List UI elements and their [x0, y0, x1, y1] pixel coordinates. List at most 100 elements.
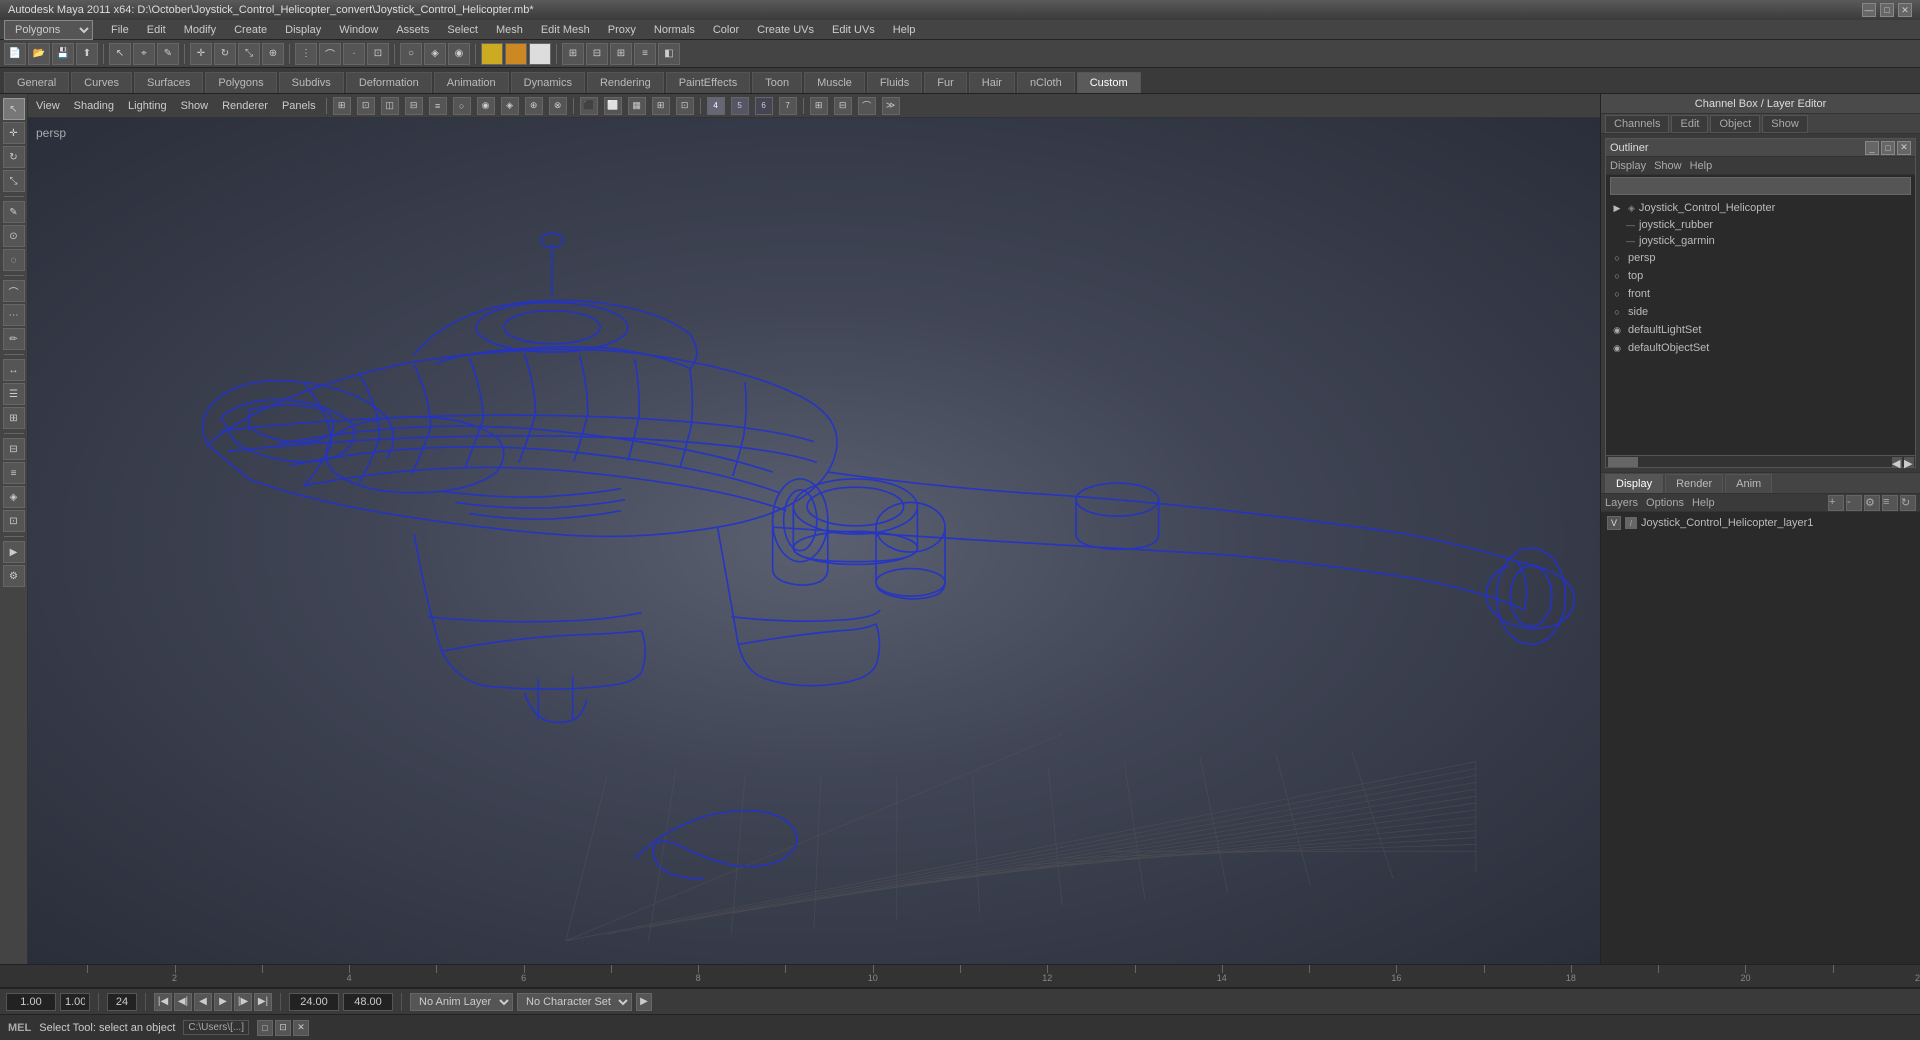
- pin-button[interactable]: ⊞: [610, 43, 632, 65]
- outliner-hscroll-thumb[interactable]: [1608, 457, 1638, 467]
- menu-edit[interactable]: Edit: [139, 22, 174, 38]
- outliner-item-defaultobjectset[interactable]: ◉ defaultObjectSet: [1606, 339, 1915, 357]
- layers-sub-layers[interactable]: Layers: [1605, 497, 1638, 509]
- total-end-input[interactable]: [343, 993, 393, 1011]
- outliner-menu-help[interactable]: Help: [1690, 160, 1713, 172]
- sculpt-tool[interactable]: ◌: [3, 249, 25, 271]
- tab-ncloth[interactable]: nCloth: [1017, 72, 1075, 93]
- step-back-button[interactable]: ◀|: [174, 993, 192, 1011]
- vp-btn-4[interactable]: ⊟: [405, 97, 423, 115]
- vp-btn-shading-4[interactable]: 7: [779, 97, 797, 115]
- outliner-item-side[interactable]: ○ side: [1606, 303, 1915, 321]
- maximize-button[interactable]: □: [1880, 3, 1894, 17]
- vp-btn-1[interactable]: ⊞: [333, 97, 351, 115]
- vp-btn-15[interactable]: ⊡: [676, 97, 694, 115]
- vp-btn-shading-1[interactable]: 4: [707, 97, 725, 115]
- viewport-menu-lighting[interactable]: Lighting: [124, 98, 171, 114]
- outliner-item-top[interactable]: ○ top: [1606, 267, 1915, 285]
- layer-tab-display[interactable]: Display: [1605, 474, 1663, 493]
- layers-sub-options[interactable]: Options: [1646, 497, 1684, 509]
- paint-select-button[interactable]: ✎: [157, 43, 179, 65]
- history-button[interactable]: ○: [400, 43, 422, 65]
- tab-muscle[interactable]: Muscle: [804, 72, 865, 93]
- layer-refresh-icon[interactable]: ↻: [1900, 495, 1916, 511]
- cb-tab-channels[interactable]: Channels: [1605, 115, 1669, 133]
- vp-btn-display-2[interactable]: ⊟: [834, 97, 852, 115]
- context-dropdown[interactable]: Polygons Surfaces Dynamics Rendering nDy…: [4, 20, 93, 40]
- universal-manip-button[interactable]: ⊕: [262, 43, 284, 65]
- tab-fur[interactable]: Fur: [924, 72, 967, 93]
- tab-custom[interactable]: Custom: [1077, 72, 1141, 93]
- outliner-item-front[interactable]: ○ front: [1606, 285, 1915, 303]
- select-tool[interactable]: ↖: [3, 98, 25, 120]
- vp-btn-6[interactable]: ○: [453, 97, 471, 115]
- annotate-tool[interactable]: ☰: [3, 383, 25, 405]
- paint-tool[interactable]: ✎: [3, 201, 25, 223]
- color-btn-yellow[interactable]: [481, 43, 503, 65]
- snap-grid-button[interactable]: ⋮: [295, 43, 317, 65]
- scale-tool[interactable]: ⤡: [3, 170, 25, 192]
- layer-tab-render[interactable]: Render: [1665, 474, 1723, 493]
- current-frame-input[interactable]: [60, 993, 90, 1011]
- close-button[interactable]: ✕: [1898, 3, 1912, 17]
- tab-general[interactable]: General: [4, 72, 69, 93]
- select-tool-button[interactable]: ↖: [109, 43, 131, 65]
- cmd-btn-1[interactable]: □: [257, 1020, 273, 1036]
- vp-btn-5[interactable]: ≡: [429, 97, 447, 115]
- ep-curve-tool[interactable]: ⋯: [3, 304, 25, 326]
- vp-btn-13[interactable]: ▦: [628, 97, 646, 115]
- viewport-menu-panels[interactable]: Panels: [278, 98, 320, 114]
- layer-options-icon[interactable]: ≡: [1882, 495, 1898, 511]
- tab-animation[interactable]: Animation: [434, 72, 509, 93]
- vp-btn-display-4[interactable]: ≫: [882, 97, 900, 115]
- tab-subdivs[interactable]: Subdivs: [279, 72, 344, 93]
- outliner-scroll-right[interactable]: ▶: [1904, 457, 1914, 467]
- go-to-end-button[interactable]: ▶|: [254, 993, 272, 1011]
- menu-color[interactable]: Color: [705, 22, 747, 38]
- cmd-prompt-btn[interactable]: C:\Users\[...]: [183, 1020, 249, 1035]
- snap-view-button[interactable]: ⊡: [367, 43, 389, 65]
- timeline-ruler[interactable]: 246810121416182022: [0, 964, 1920, 988]
- color-btn-orange[interactable]: [505, 43, 527, 65]
- settings-btn[interactable]: ⚙: [3, 565, 25, 587]
- outliner-scroll-left[interactable]: ◀: [1892, 457, 1902, 467]
- step-forward-button[interactable]: |▶: [234, 993, 252, 1011]
- vp-btn-9[interactable]: ⊕: [525, 97, 543, 115]
- rotate-tool[interactable]: ↻: [3, 146, 25, 168]
- vp-btn-display-1[interactable]: ⊞: [810, 97, 828, 115]
- pose-button[interactable]: ⊟: [586, 43, 608, 65]
- uv-editor-btn[interactable]: ⊡: [3, 510, 25, 532]
- tab-fluids[interactable]: Fluids: [867, 72, 922, 93]
- menu-create-uvs[interactable]: Create UVs: [749, 22, 822, 38]
- vp-btn-shading-3[interactable]: 6: [755, 97, 773, 115]
- viewport-3d[interactable]: X Y Z persp: [28, 118, 1600, 964]
- outliner-menu-show[interactable]: Show: [1654, 160, 1682, 172]
- vp-btn-7[interactable]: ◉: [477, 97, 495, 115]
- rotate-tool-button[interactable]: ↻: [214, 43, 236, 65]
- vp-btn-shading-2[interactable]: 5: [731, 97, 749, 115]
- save-scene-button[interactable]: 💾: [52, 43, 74, 65]
- scale-tool-button[interactable]: ⤡: [238, 43, 260, 65]
- render-btn-left[interactable]: ▶: [3, 541, 25, 563]
- tab-rendering[interactable]: Rendering: [587, 72, 664, 93]
- cmd-btn-2[interactable]: ⊡: [275, 1020, 291, 1036]
- menu-help[interactable]: Help: [885, 22, 924, 38]
- hypershade-btn[interactable]: ◈: [3, 486, 25, 508]
- vp-btn-8[interactable]: ◈: [501, 97, 519, 115]
- move-tool[interactable]: ✛: [3, 122, 25, 144]
- soft-mod-tool[interactable]: ⊙: [3, 225, 25, 247]
- no-char-set-dropdown[interactable]: No Character Set: [517, 993, 632, 1011]
- layer-delete-icon[interactable]: -: [1846, 495, 1862, 511]
- cb-tab-object[interactable]: Object: [1710, 115, 1760, 133]
- menu-display[interactable]: Display: [277, 22, 329, 38]
- viewport-menu-show[interactable]: Show: [177, 98, 213, 114]
- vp-btn-2[interactable]: ⊡: [357, 97, 375, 115]
- layer-item-helicopter[interactable]: V / Joystick_Control_Helicopter_layer1: [1603, 514, 1918, 532]
- outliner-item-persp[interactable]: ○ persp: [1606, 249, 1915, 267]
- snap-curve-button[interactable]: ⌒: [319, 43, 341, 65]
- vp-btn-12[interactable]: ⬜: [604, 97, 622, 115]
- outliner-item-rubber[interactable]: — joystick_rubber: [1622, 217, 1915, 233]
- tab-surfaces[interactable]: Surfaces: [134, 72, 203, 93]
- show-layers-btn[interactable]: ⊟: [3, 438, 25, 460]
- bc-extra-btn[interactable]: ▶: [636, 993, 652, 1011]
